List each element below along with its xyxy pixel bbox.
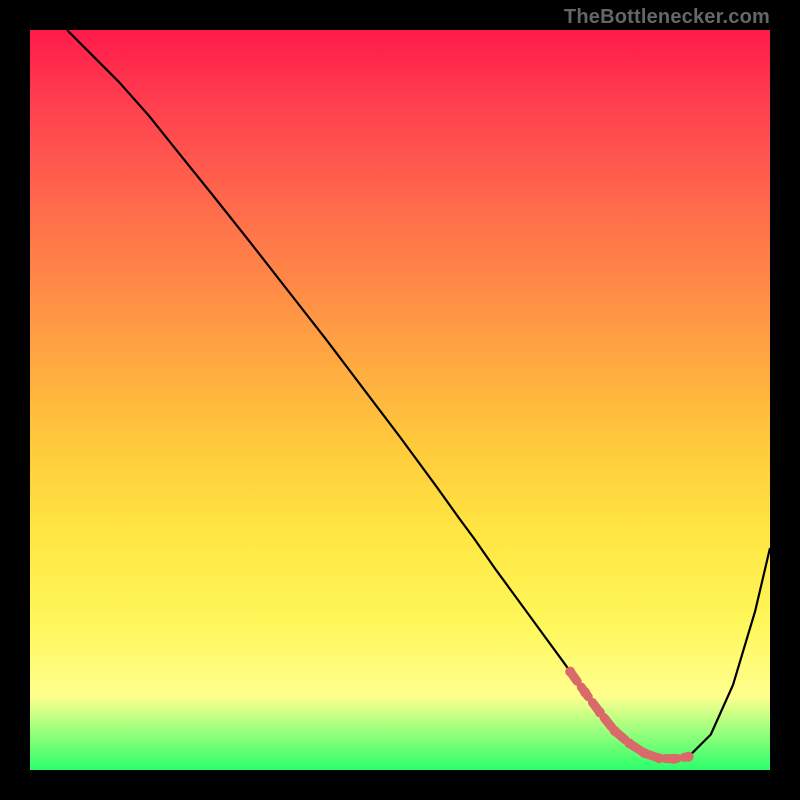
curve-svg bbox=[30, 30, 770, 770]
optimal-marker bbox=[624, 738, 634, 748]
optimal-marker bbox=[684, 752, 694, 762]
optimal-marker bbox=[654, 753, 664, 763]
chart-container: TheBottlenecker.com bbox=[0, 0, 800, 800]
watermark-text: TheBottlenecker.com bbox=[564, 6, 770, 29]
optimal-marker bbox=[565, 667, 575, 677]
optimal-marker bbox=[669, 754, 679, 764]
optimal-marker bbox=[639, 748, 649, 758]
optimal-marker bbox=[580, 687, 590, 697]
optimal-zone-markers bbox=[565, 667, 693, 764]
optimal-marker bbox=[610, 726, 620, 736]
plot-area bbox=[30, 30, 770, 770]
bottleneck-curve bbox=[67, 30, 770, 760]
optimal-marker bbox=[595, 707, 605, 717]
